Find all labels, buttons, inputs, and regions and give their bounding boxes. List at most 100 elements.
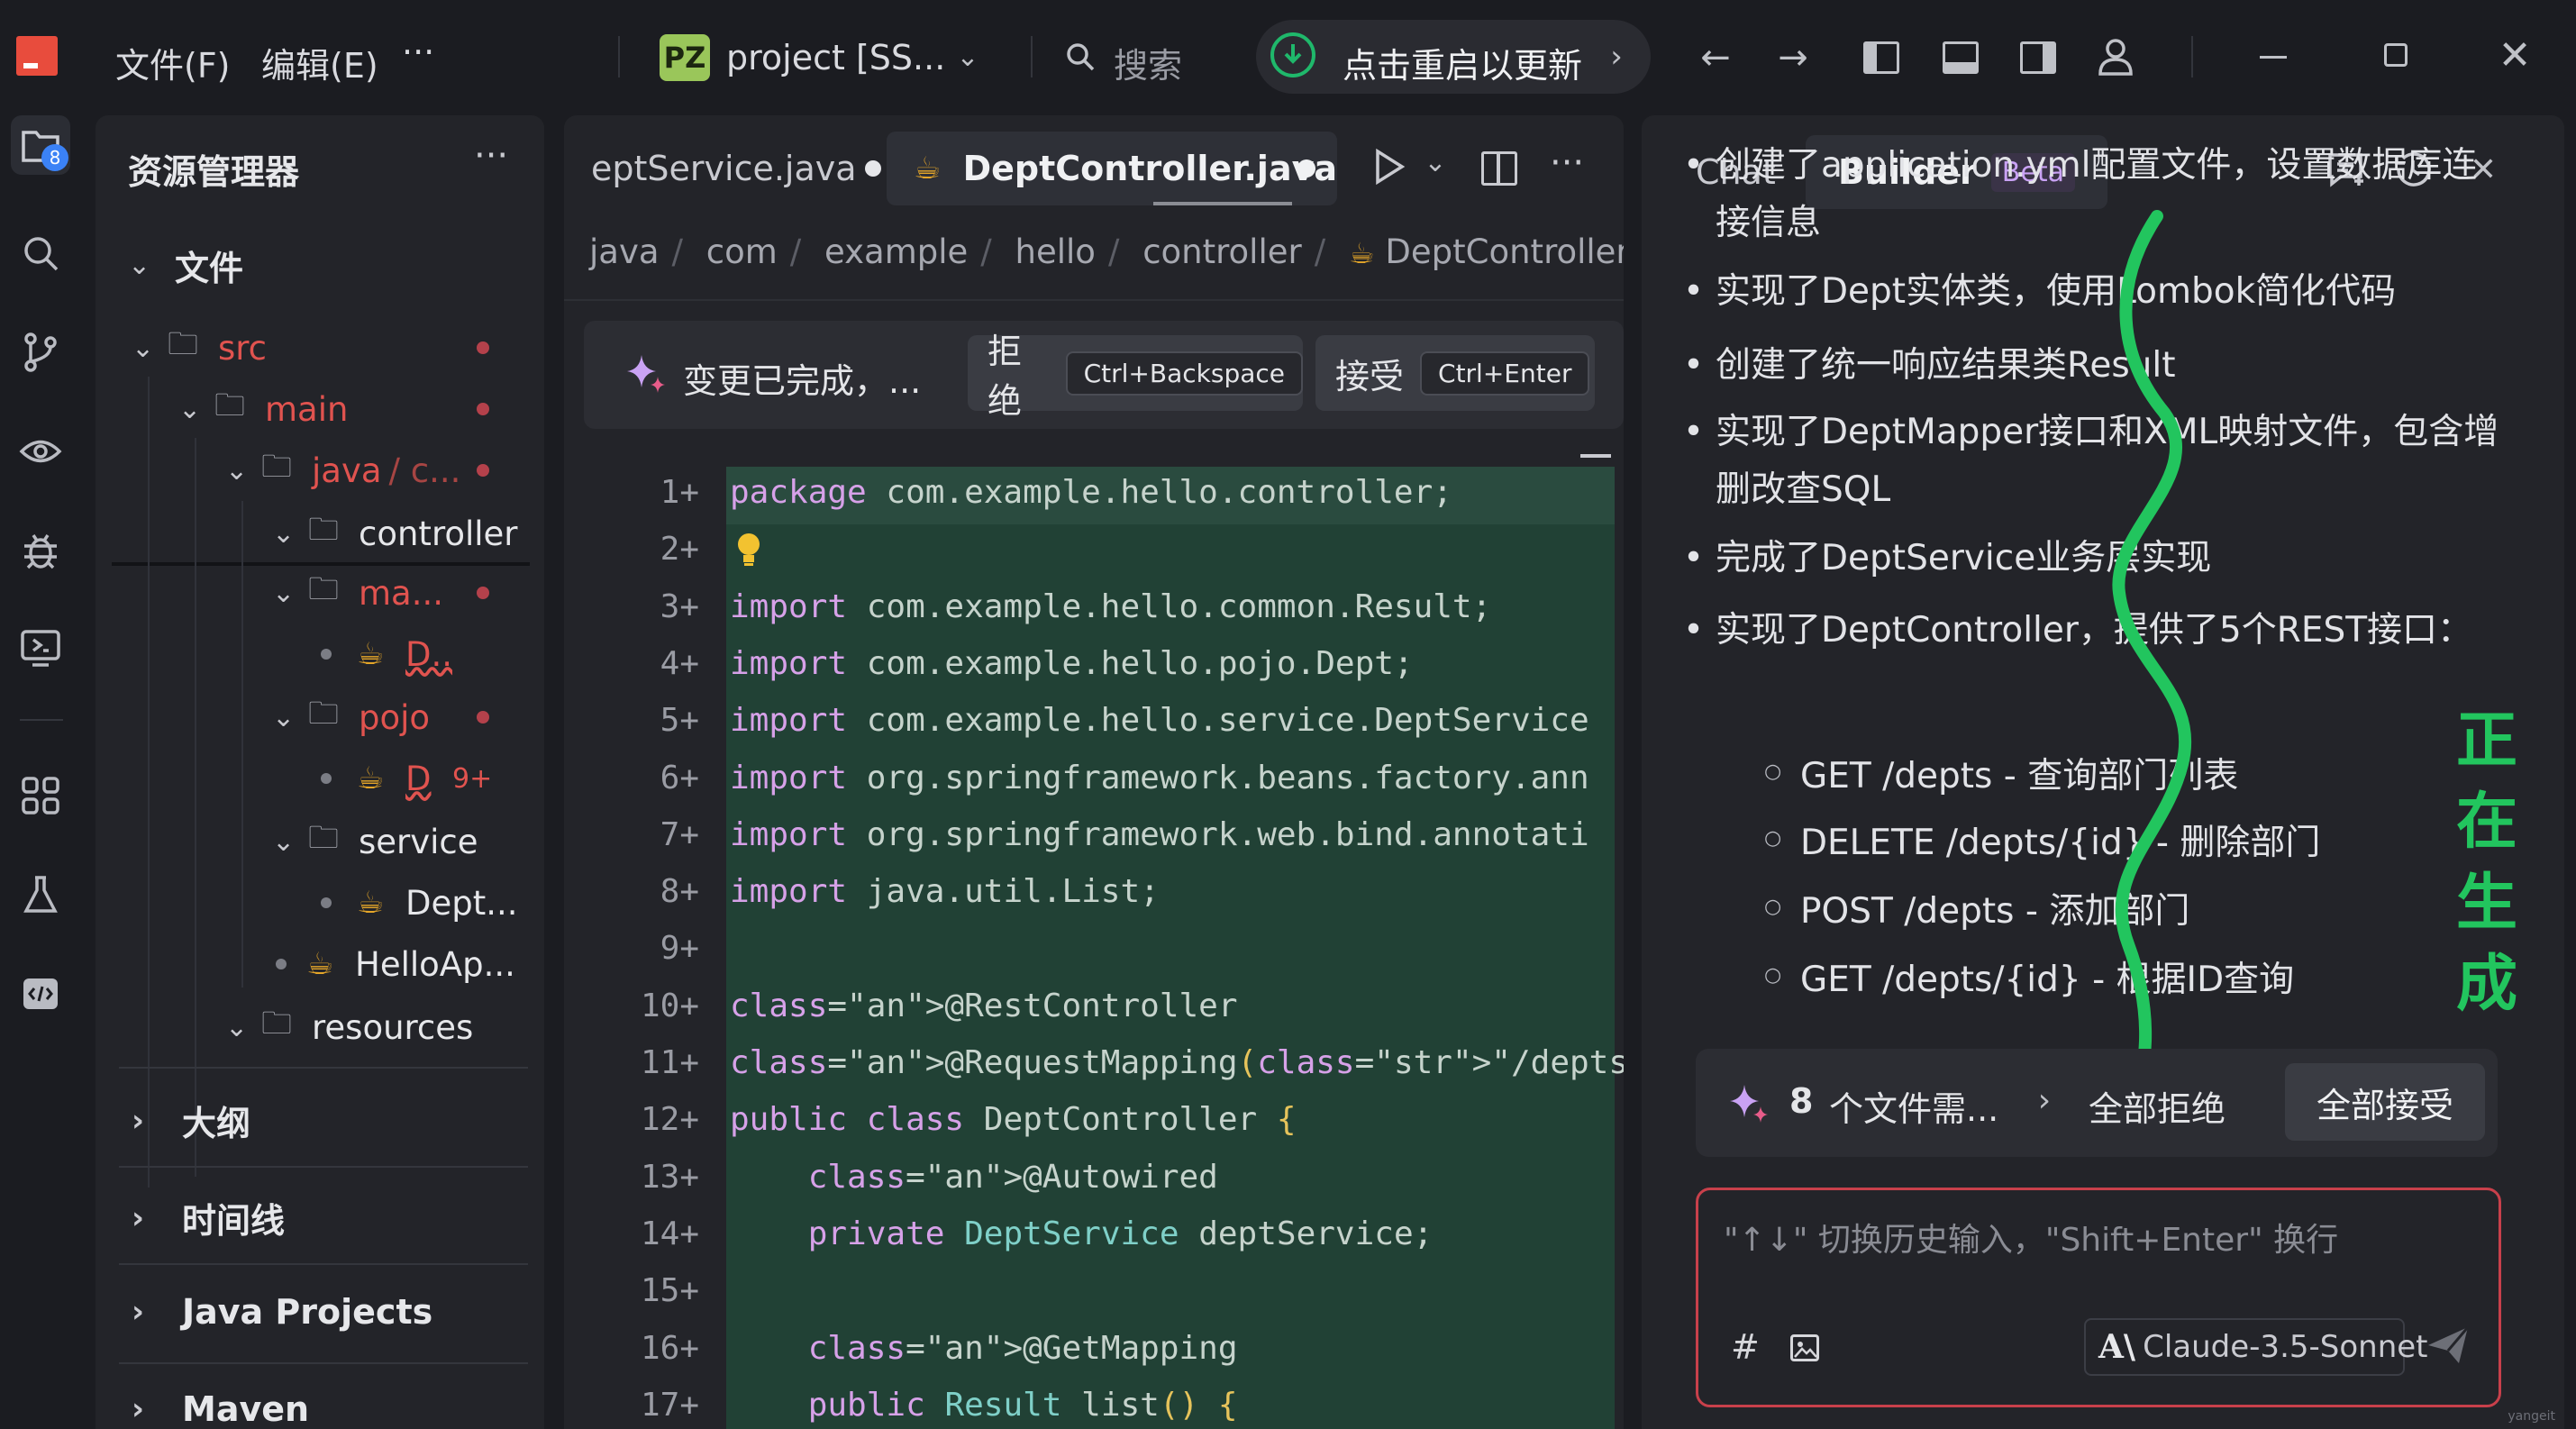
close-window-icon[interactable]: ✕ (2494, 32, 2535, 78)
tree-item-helloapp[interactable]: ☕ HelloAp... (276, 935, 528, 993)
explorer-title: 资源管理器 (128, 152, 300, 192)
breadcrumb: java / com / example / hello / controller / ☕… (589, 232, 1624, 271)
accept-all-button[interactable]: 全部接受 (2285, 1063, 2485, 1141)
tree-item-label: D.. (405, 634, 453, 674)
tree-item-resources[interactable]: ⌄ 🗀 resources (225, 998, 528, 1056)
tab-deptcontroller[interactable]: ☕ DeptController.java (887, 132, 1337, 205)
reject-button[interactable]: 拒绝 Ctrl+Backspace (968, 332, 1303, 421)
tree-dot (276, 959, 287, 969)
breadcrumb-item[interactable]: hello (1015, 232, 1096, 271)
section-maven[interactable]: › Maven (132, 1389, 309, 1429)
testing-flask-icon[interactable] (11, 865, 70, 924)
update-label: 点击重启以更新 (1343, 46, 1583, 86)
tree-item-label: service (359, 822, 478, 861)
restore-icon[interactable] (2384, 43, 2408, 67)
image-upload-icon[interactable] (1790, 1334, 1819, 1361)
code-line: import com.example.hello.service.DeptSer… (730, 702, 1589, 740)
editor-more-icon[interactable]: ··· (1550, 142, 1584, 184)
menu-more-icon[interactable]: ··· (402, 32, 434, 72)
code-line: class="an">@RestController (730, 987, 1238, 1024)
extensions-icon[interactable] (11, 766, 70, 825)
forward-arrow-icon[interactable]: → (1768, 34, 1818, 81)
error-dot (477, 464, 489, 477)
section-files[interactable]: ⌄ 文件 (128, 236, 243, 294)
tree-item-service[interactable]: ⌄ 🗀 service (272, 813, 528, 870)
accept-shortcut: Ctrl+Enter (1420, 350, 1590, 396)
hash-context-icon[interactable]: # (1731, 1327, 1760, 1367)
source-control-icon[interactable] (11, 323, 70, 382)
breadcrumb-item[interactable]: example (824, 232, 968, 271)
chevron-right-icon: › (132, 1199, 145, 1236)
minimize-icon[interactable] (2260, 56, 2287, 59)
toggle-right-panel-icon[interactable] (2020, 41, 2056, 74)
tree-dot (321, 897, 332, 908)
update-button[interactable]: 点击重启以更新 › (1256, 20, 1651, 94)
code-editor[interactable]: 1+ 2+ 3+ 4+ 5+ 6+ 7+ 8+ 9+ 10+ 11+ 12+ 13+ 14+ 15+ 16+ 1… (564, 467, 1624, 1429)
chevron-down-icon: ⌄ (128, 249, 151, 281)
error-dot (477, 403, 489, 415)
chevron-down-icon: ⌄ (272, 825, 296, 858)
chevron-right-icon[interactable]: › (2031, 1079, 2058, 1121)
annotation-char: 成 (2456, 948, 2518, 1020)
pending-files-label[interactable]: 个文件需... (1829, 1081, 1998, 1131)
folder-icon: 🗀 (308, 695, 339, 732)
reject-all-button[interactable]: 全部拒绝 (2089, 1081, 2226, 1131)
chevron-down-icon[interactable]: ⌄ (950, 36, 986, 77)
split-editor-icon[interactable] (1481, 151, 1517, 186)
breadcrumb-item[interactable]: DeptController.jav (1385, 232, 1624, 271)
tree-item-service-file[interactable]: ☕ Dept... (321, 874, 528, 932)
breadcrumb-item[interactable]: com (706, 232, 778, 271)
section-timeline[interactable]: › 时间线 (132, 1193, 285, 1242)
toggle-left-panel-icon[interactable] (1863, 41, 1899, 74)
tree-dot (321, 649, 332, 660)
tree-item-pojo[interactable]: ⌄ 🗀 pojo (272, 688, 528, 746)
model-selector[interactable]: A\ Claude-3.5-Sonnet (2084, 1318, 2428, 1376)
tree-item-pojo-file[interactable]: ☕ D 9+ (321, 750, 528, 807)
breadcrumb-item[interactable]: controller (1142, 232, 1302, 271)
tree-item-src[interactable]: ⌄ 🗀 src (132, 319, 528, 377)
tree-item-label: HelloAp... (355, 944, 515, 984)
error-count: 9+ (452, 762, 493, 795)
back-arrow-icon[interactable]: ← (1690, 34, 1741, 81)
chevron-down-icon[interactable]: ⌄ (1420, 144, 1451, 180)
eye-icon[interactable] (11, 422, 70, 481)
search-icon[interactable] (11, 223, 70, 283)
divider (119, 1166, 528, 1168)
tree-item-controller[interactable]: ⌄ 🗀 controller (272, 505, 528, 562)
section-java-projects[interactable]: › Java Projects (132, 1292, 432, 1332)
tree-item-java[interactable]: ⌄ 🗀 java / c... (225, 441, 528, 499)
accept-button[interactable]: 接受 Ctrl+Enter (1315, 335, 1595, 411)
java-file-icon: ☕ (357, 885, 385, 921)
chevron-right-icon: › (132, 1102, 145, 1139)
collapse-icon[interactable] (1580, 454, 1611, 458)
editor-panel: eptService.java ☕ DeptController.java ⌄ … (564, 115, 1624, 1429)
search-label[interactable]: 搜索 (1114, 38, 1182, 87)
annotation-char: 正 (2456, 705, 2518, 777)
project-name[interactable]: project [SS... (726, 38, 945, 77)
code-line: import org.springframework.web.bind.anno… (730, 815, 1589, 853)
tree-item-mapper-file[interactable]: ☕ D.. 2 (321, 625, 583, 683)
explorer-icon[interactable]: 8 (11, 115, 70, 175)
toggle-bottom-panel-icon[interactable] (1943, 41, 1979, 74)
chat-input[interactable]: "↑↓" 切换历史输入，"Shift+Enter" 换行 # A\ Claude… (1696, 1188, 2501, 1407)
run-icon[interactable] (1373, 148, 1409, 187)
menu-file[interactable]: 文件(F) (115, 38, 231, 87)
code-preview-icon[interactable] (11, 964, 70, 1024)
tab-underline (1153, 202, 1292, 205)
account-icon[interactable] (2096, 36, 2135, 77)
unsaved-dot (1297, 159, 1315, 177)
tab-deptservice[interactable]: eptService.java (584, 132, 881, 205)
explorer-more-icon[interactable]: ··· (474, 135, 508, 177)
endpoint-item: DELETE /depts/{id} - 删除部门 (1764, 815, 2320, 865)
search-icon[interactable] (1060, 36, 1101, 77)
tree-item-main[interactable]: ⌄ 🗀 main (178, 380, 528, 438)
remote-screen-icon[interactable] (11, 618, 70, 678)
section-label: 大纲 (182, 1104, 251, 1143)
menu-edit[interactable]: 编辑(E) (261, 38, 378, 87)
breadcrumb-item[interactable]: java (589, 232, 660, 271)
send-icon[interactable] (2425, 1322, 2471, 1372)
debug-bug-icon[interactable] (11, 521, 70, 580)
section-outline[interactable]: › 大纲 (132, 1096, 250, 1145)
code-line: import org.springframework.beans.factory… (730, 759, 1589, 796)
tree-item-mapper[interactable]: ⌄ 🗀 ma... (272, 564, 528, 622)
